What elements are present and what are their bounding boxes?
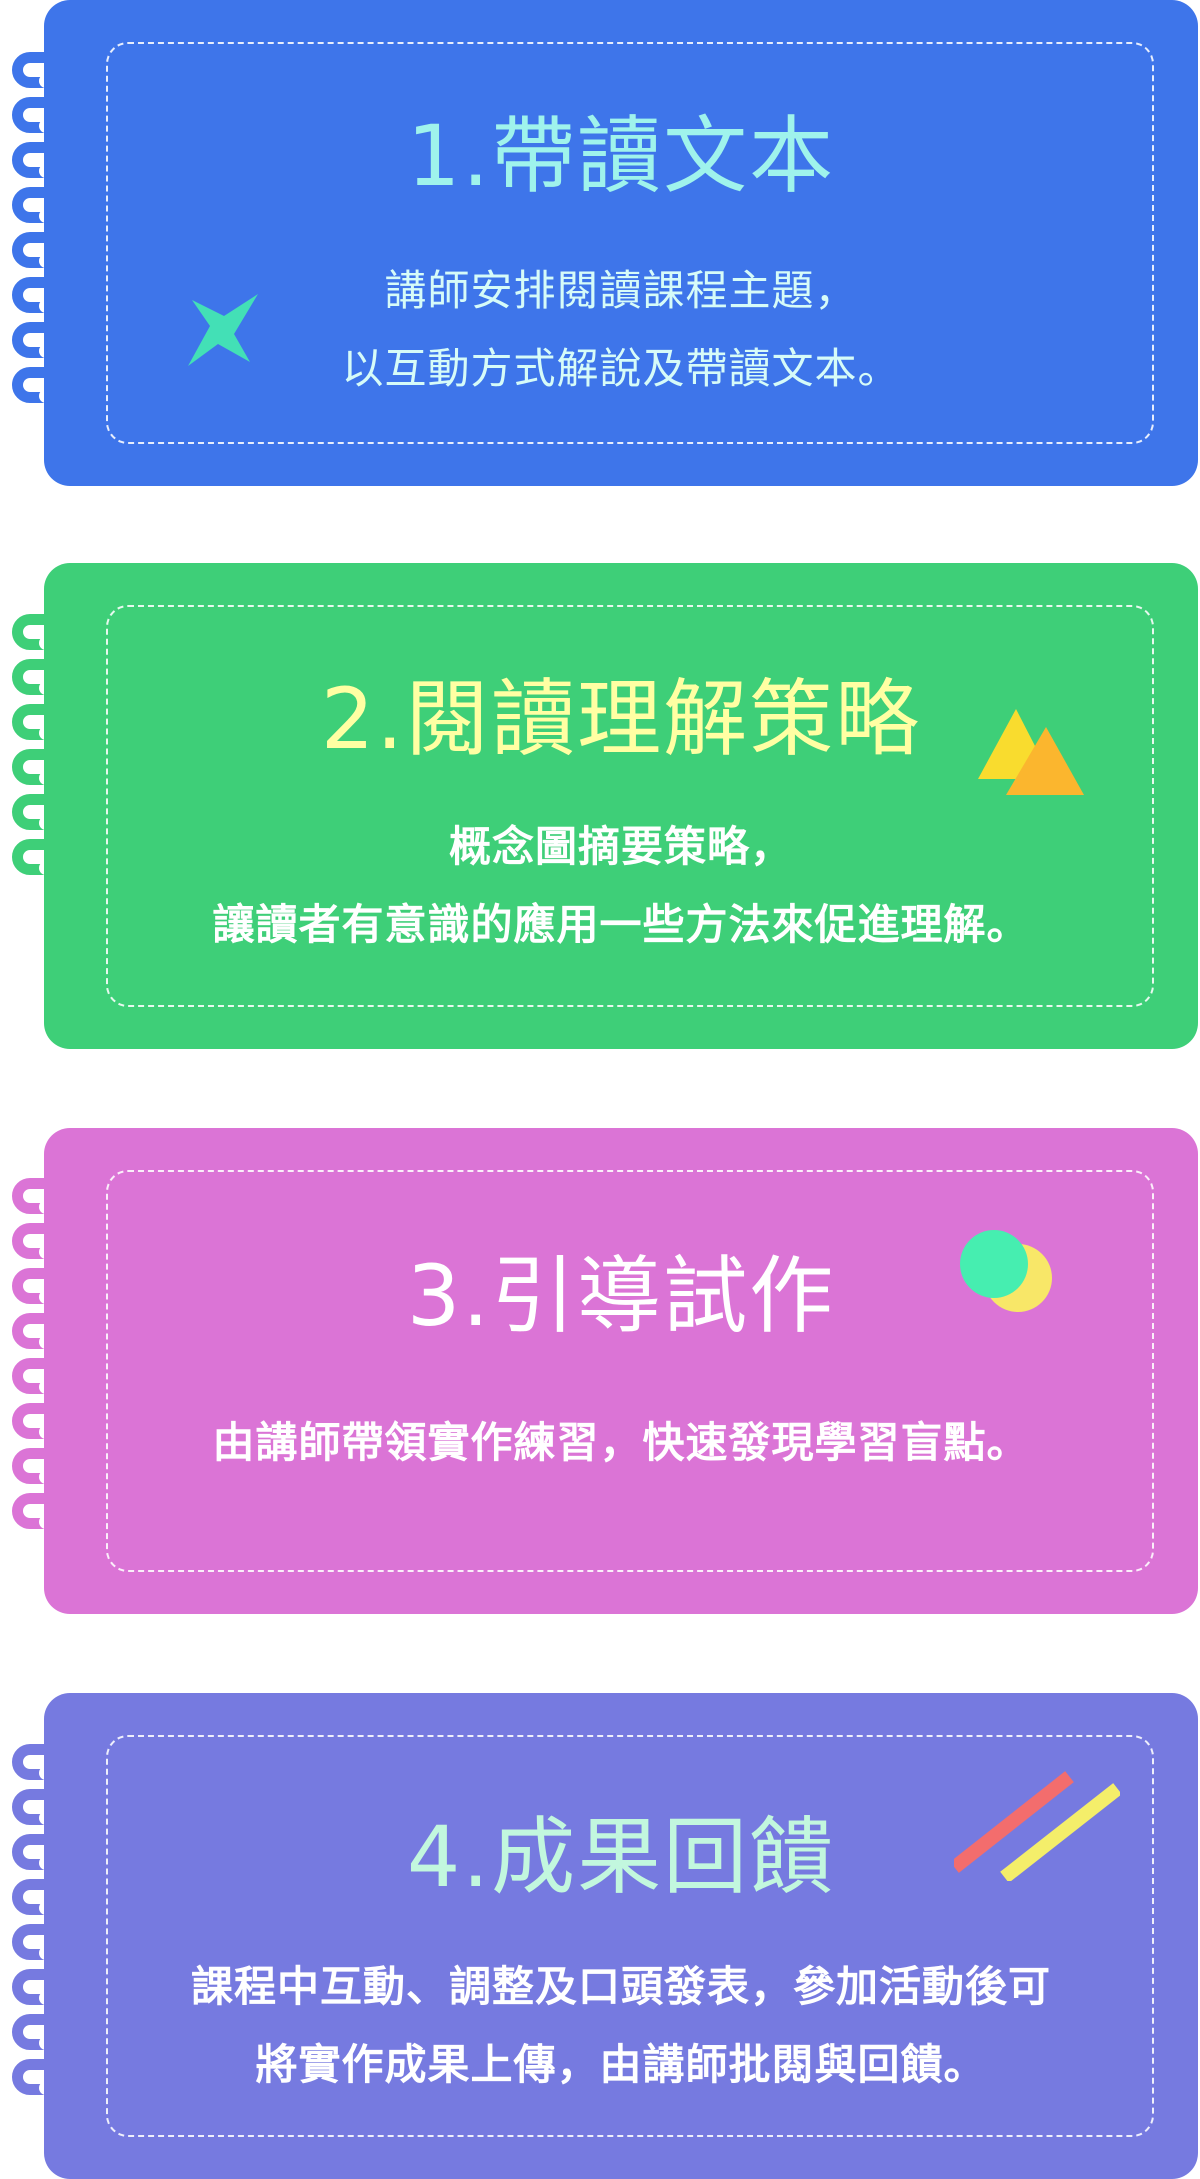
triangles-icon	[978, 709, 1084, 795]
description-line: 讓讀者有意識的應用一些方法來促進理解。	[212, 900, 1030, 949]
circles-icon	[960, 1230, 1052, 1312]
step-description-3: 由講師帶領實作練習，快速發現學習盲點。	[44, 1404, 1198, 1482]
step-description-2: 概念圖摘要策略， 讓讀者有意識的應用一些方法來促進理解。	[44, 808, 1198, 964]
step-card-3: 3.引導試作 由講師帶領實作練習，快速發現學習盲點。	[44, 1128, 1198, 1614]
step-card-2: 2.閱讀理解策略 概念圖摘要策略， 讓讀者有意識的應用一些方法來促進理解。	[44, 563, 1198, 1049]
step-card-4: 4.成果回饋 課程中互動、調整及口頭發表，參加活動後可 將實作成果上傳，由講師批…	[44, 1693, 1198, 2179]
step-description-4: 課程中互動、調整及口頭發表，參加活動後可 將實作成果上傳，由講師批閱與回饋。	[44, 1948, 1198, 2104]
description-line: 由講師帶領實作練習，快速發現學習盲點。	[212, 1418, 1030, 1467]
stripes-icon	[954, 1771, 1120, 1881]
step-title-1: 1.帶讀文本	[406, 107, 836, 205]
step-card-1: 1.帶讀文本 講師安排閱讀課程主題， 以互動方式解說及帶讀文本。	[44, 0, 1198, 486]
description-line: 概念圖摘要策略，	[448, 822, 793, 871]
star-icon	[188, 294, 258, 366]
description-line: 將實作成果上傳，由講師批閱與回饋。	[255, 2040, 987, 2089]
description-line: 課程中互動、調整及口頭發表，參加活動後可	[190, 1962, 1051, 2011]
